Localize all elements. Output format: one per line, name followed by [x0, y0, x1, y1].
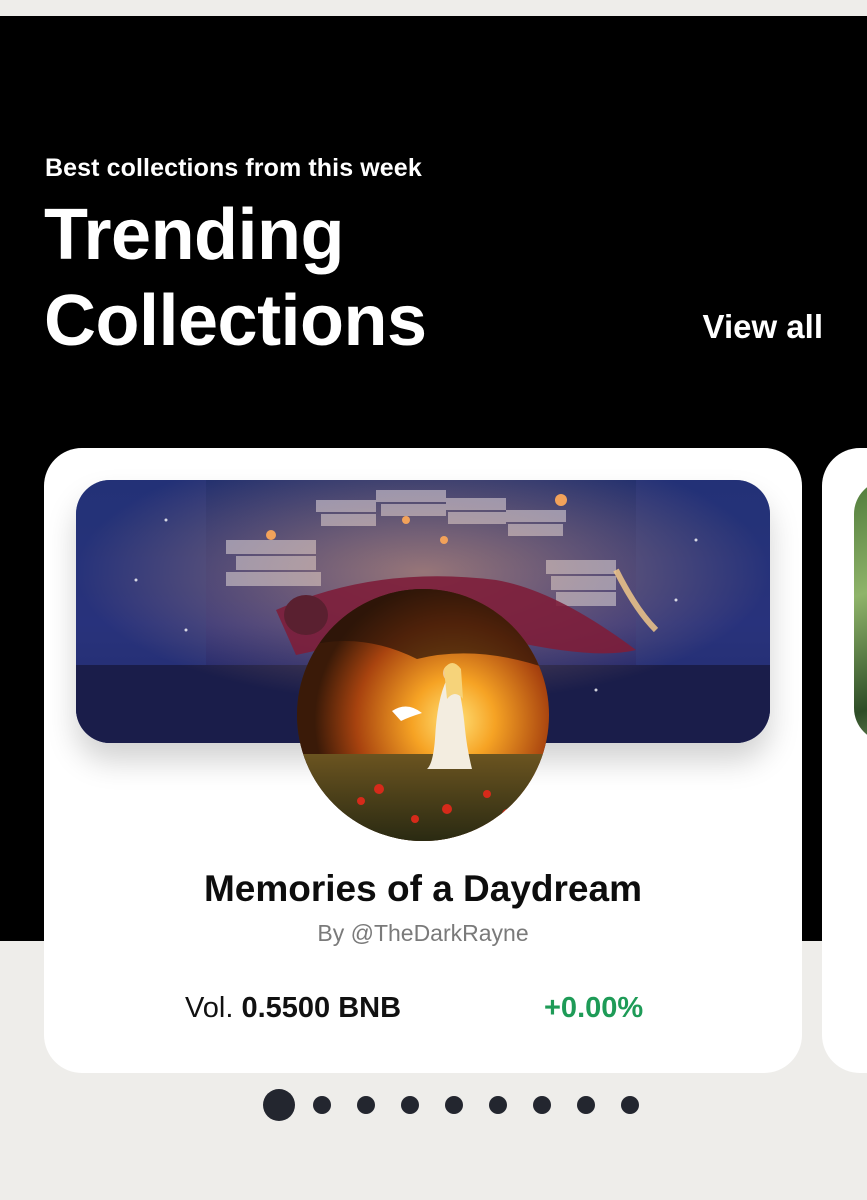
next-collection-banner-image — [854, 480, 867, 742]
volume-change-percent: +0.00% — [544, 992, 644, 1024]
next-collection-card-peek[interactable] — [822, 448, 867, 1073]
volume-label: Vol. — [185, 992, 234, 1024]
pagination-dot[interactable] — [621, 1096, 639, 1114]
pagination-dot[interactable] — [445, 1096, 463, 1114]
pagination-dot[interactable] — [577, 1096, 595, 1114]
volume-value: 0.5500 BNB — [241, 992, 402, 1024]
pagination-dot[interactable] — [533, 1096, 551, 1114]
section-subtitle: Best collections from this week — [45, 154, 422, 182]
collection-card[interactable]: Memories of a Daydream By @TheDarkRayne … — [44, 448, 802, 1073]
pagination-dot[interactable] — [401, 1096, 419, 1114]
collection-name[interactable]: Memories of a Daydream — [44, 868, 802, 910]
pagination-dot[interactable] — [313, 1096, 331, 1114]
carousel-pagination — [263, 1088, 665, 1122]
pagination-dot[interactable] — [357, 1096, 375, 1114]
collection-creator[interactable]: By @TheDarkRayne — [44, 920, 802, 947]
pagination-dot[interactable] — [489, 1096, 507, 1114]
trending-collections-section: Best collections from this week Trending… — [0, 0, 867, 1200]
section-title: Trending Collections — [44, 192, 427, 364]
collection-avatar-image — [297, 589, 549, 841]
view-all-link[interactable]: View all — [703, 308, 823, 346]
pagination-dot-active[interactable] — [263, 1089, 295, 1121]
collection-volume: Vol. 0.5500 BNB — [185, 992, 401, 1025]
section-title-line-2: Collections — [44, 281, 427, 361]
section-title-line-1: Trending — [44, 195, 344, 275]
